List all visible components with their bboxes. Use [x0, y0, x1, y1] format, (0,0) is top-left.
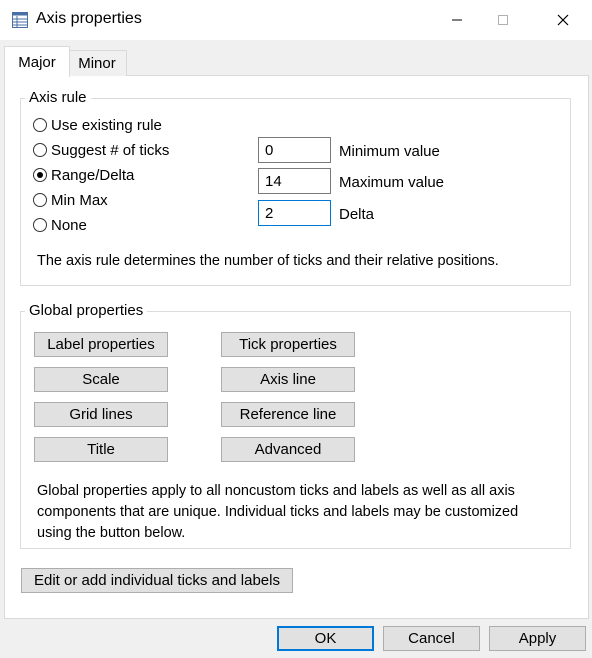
delta-label: Delta: [339, 206, 375, 223]
radio-button[interactable]: [33, 218, 47, 232]
radio-range-delta[interactable]: Range/Delta: [33, 165, 134, 185]
radio-button[interactable]: [33, 193, 47, 207]
radio-label: Range/Delta: [51, 166, 135, 184]
maximize-icon: [498, 15, 508, 25]
radio-label: Min Max: [51, 191, 108, 209]
minimize-button[interactable]: [434, 0, 480, 40]
ok-button[interactable]: OK: [277, 626, 374, 651]
axis-line-button[interactable]: Axis line: [221, 367, 355, 392]
close-icon: [557, 14, 569, 26]
window-title: Axis properties: [36, 10, 142, 27]
advanced-button[interactable]: Advanced: [221, 437, 355, 462]
radio-suggest-ticks[interactable]: Suggest # of ticks: [33, 140, 169, 160]
minimize-icon: [452, 19, 462, 21]
radio-button-selected[interactable]: [33, 168, 47, 182]
scale-button[interactable]: Scale: [34, 367, 168, 392]
global-properties-group-title: Global properties: [25, 302, 148, 319]
tab-minor-label: Minor: [78, 55, 116, 72]
tab-major[interactable]: Major: [4, 46, 70, 77]
title-button[interactable]: Title: [34, 437, 168, 462]
minimum-value-label: Minimum value: [339, 143, 440, 160]
reference-line-button[interactable]: Reference line: [221, 402, 355, 427]
maximize-button[interactable]: [480, 0, 526, 40]
tab-major-label: Major: [18, 53, 56, 71]
grid-lines-button[interactable]: Grid lines: [34, 402, 168, 427]
tab-minor[interactable]: Minor: [68, 50, 127, 76]
global-properties-description: Global properties apply to all noncustom…: [37, 483, 519, 541]
label-properties-button[interactable]: Label properties: [34, 332, 168, 357]
radio-use-existing-rule[interactable]: Use existing rule: [33, 115, 162, 135]
delta-input[interactable]: [258, 200, 331, 226]
apply-button[interactable]: Apply: [489, 626, 586, 651]
maximum-value-label: Maximum value: [339, 174, 445, 191]
maximum-value-input[interactable]: [258, 168, 331, 194]
radio-label: Use existing rule: [51, 116, 162, 134]
radio-button[interactable]: [33, 118, 47, 132]
title-bar: Axis properties: [0, 0, 592, 40]
radio-none[interactable]: None: [33, 215, 87, 235]
radio-min-max[interactable]: Min Max: [33, 190, 108, 210]
close-button[interactable]: [540, 0, 586, 40]
axis-rule-description: The axis rule determines the number of t…: [37, 253, 499, 269]
axis-rule-group-title: Axis rule: [25, 89, 91, 106]
radio-label: Suggest # of ticks: [51, 141, 170, 159]
tick-properties-button[interactable]: Tick properties: [221, 332, 355, 357]
properties-table-icon: [12, 12, 28, 28]
edit-ticks-labels-button[interactable]: Edit or add individual ticks and labels: [21, 568, 293, 593]
radio-button[interactable]: [33, 143, 47, 157]
cancel-button[interactable]: Cancel: [383, 626, 480, 651]
minimum-value-input[interactable]: [258, 137, 331, 163]
radio-label: None: [51, 216, 87, 234]
